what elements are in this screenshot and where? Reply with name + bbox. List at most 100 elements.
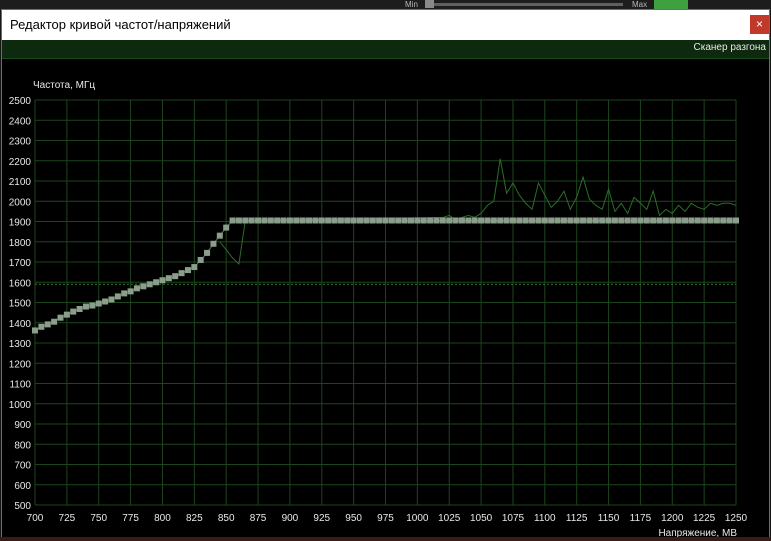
curve-point bbox=[726, 217, 733, 224]
curve-point bbox=[446, 217, 453, 224]
curve-point bbox=[420, 217, 427, 224]
curve-point bbox=[165, 275, 172, 282]
background-green-button bbox=[654, 0, 688, 9]
curve-point bbox=[318, 217, 325, 224]
curve-point bbox=[344, 217, 351, 224]
curve-point bbox=[382, 217, 389, 224]
curve-point bbox=[407, 217, 414, 224]
toolbar: Сканер разгона bbox=[2, 40, 769, 59]
curve-point bbox=[32, 327, 38, 334]
y-axis-label: Частота, МГц bbox=[33, 80, 95, 91]
curve-point bbox=[631, 217, 638, 224]
y-tick-label: 1300 bbox=[9, 339, 32, 350]
x-tick-label: 975 bbox=[377, 513, 394, 524]
curve-point bbox=[643, 217, 650, 224]
y-tick-label: 1800 bbox=[9, 238, 32, 249]
background-slider-handle bbox=[425, 0, 434, 8]
x-tick-label: 1225 bbox=[693, 513, 716, 524]
y-tick-label: 1100 bbox=[9, 380, 31, 391]
x-tick-label: 900 bbox=[282, 513, 299, 524]
curve-point bbox=[535, 217, 542, 224]
curve-point bbox=[369, 217, 376, 224]
scanner-button[interactable]: Сканер разгона bbox=[694, 42, 766, 53]
y-tick-label: 1400 bbox=[9, 319, 32, 330]
curve-point bbox=[191, 264, 198, 271]
curve-point bbox=[172, 273, 179, 280]
curve-point bbox=[662, 217, 669, 224]
curve-point bbox=[146, 281, 153, 288]
curve-point bbox=[605, 217, 612, 224]
curve-point bbox=[255, 217, 262, 224]
curve-point bbox=[675, 217, 682, 224]
vf-curve-chart[interactable]: 700 725 750 775 800 825 850 875 900 925 950 975 1000… bbox=[2, 59, 769, 537]
curve-point bbox=[503, 217, 510, 224]
curve-point bbox=[248, 217, 255, 224]
curve-point bbox=[44, 321, 51, 328]
y-tick-label: 1900 bbox=[9, 218, 32, 229]
curve-point bbox=[611, 217, 618, 224]
y-tick-label: 2300 bbox=[9, 137, 32, 148]
close-icon: × bbox=[755, 17, 763, 31]
curve-point bbox=[567, 217, 574, 224]
curve-point bbox=[586, 217, 593, 224]
x-tick-label: 1200 bbox=[661, 513, 684, 524]
curve-point bbox=[624, 217, 631, 224]
curve-point bbox=[618, 217, 625, 224]
x-tick-label: 1000 bbox=[406, 513, 429, 524]
x-axis-label: Напряжение, МВ bbox=[658, 528, 737, 537]
curve-point bbox=[184, 267, 191, 274]
curve-point bbox=[529, 217, 536, 224]
curve-point bbox=[713, 217, 720, 224]
curve-point bbox=[235, 217, 242, 224]
max-label: Max bbox=[632, 0, 648, 9]
y-tick-label: 2400 bbox=[9, 116, 32, 127]
curve-point bbox=[720, 217, 727, 224]
curve-point bbox=[427, 217, 434, 224]
close-button[interactable]: × bbox=[750, 15, 769, 34]
curve-point bbox=[554, 217, 561, 224]
curve-point bbox=[573, 217, 580, 224]
y-tick-label: 2000 bbox=[9, 197, 32, 208]
y-tick-label: 1500 bbox=[9, 299, 32, 310]
curve-point bbox=[599, 217, 606, 224]
x-tick-label: 800 bbox=[154, 513, 171, 524]
curve-point bbox=[388, 217, 395, 224]
x-tick-label: 700 bbox=[27, 513, 44, 524]
title-bar[interactable]: Редактор кривой частот/напряжений × bbox=[2, 10, 769, 40]
curve-point bbox=[650, 217, 657, 224]
curve-point bbox=[357, 217, 364, 224]
curve-point bbox=[707, 217, 714, 224]
curve-point bbox=[82, 303, 89, 310]
curve-point bbox=[395, 217, 402, 224]
curve-point bbox=[439, 217, 446, 224]
y-tick-label: 2100 bbox=[9, 177, 32, 188]
y-tick-label: 1200 bbox=[9, 359, 32, 370]
curve-point bbox=[701, 217, 708, 224]
curve-point bbox=[458, 217, 465, 224]
curve-point bbox=[63, 311, 70, 318]
x-tick-label: 875 bbox=[250, 513, 267, 524]
y-tick-label: 1600 bbox=[9, 278, 32, 289]
y-tick-label: 900 bbox=[14, 420, 31, 431]
y-tick-label: 500 bbox=[14, 501, 31, 512]
curve-point bbox=[548, 217, 555, 224]
curve-point bbox=[127, 288, 134, 295]
y-tick-label: 800 bbox=[14, 440, 31, 451]
curve-point bbox=[223, 224, 230, 231]
curve-point bbox=[267, 217, 274, 224]
x-tick-label: 725 bbox=[59, 513, 76, 524]
min-label: Min bbox=[405, 0, 418, 9]
window-title: Редактор кривой частот/напряжений bbox=[10, 17, 231, 32]
y-tick-label: 1700 bbox=[9, 258, 32, 269]
curve-point bbox=[637, 217, 644, 224]
curve-point bbox=[140, 283, 147, 290]
background-slider-track bbox=[428, 3, 623, 6]
curve-point bbox=[210, 240, 217, 247]
curve-point bbox=[178, 270, 185, 277]
curve-point bbox=[363, 217, 370, 224]
curve-point bbox=[153, 279, 160, 286]
x-tick-label: 950 bbox=[345, 513, 362, 524]
curve-point bbox=[229, 217, 236, 224]
curve-point bbox=[204, 249, 211, 256]
curve-point bbox=[286, 217, 293, 224]
